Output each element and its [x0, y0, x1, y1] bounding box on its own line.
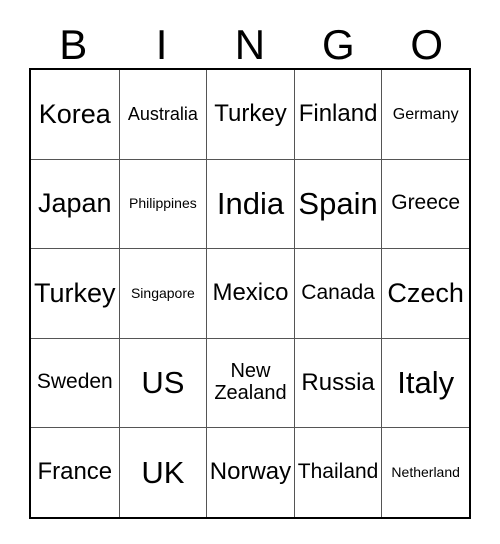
bingo-cell-label: UK — [141, 454, 185, 490]
bingo-cell-label: India — [216, 186, 285, 222]
bingo-cell[interactable]: Netherland — [381, 428, 469, 517]
bingo-cell[interactable]: Italy — [381, 338, 469, 427]
bingo-cell[interactable]: India — [206, 159, 294, 248]
bingo-cell-label: Czech — [387, 277, 464, 308]
bingo-cell-label: New Zealand — [214, 360, 287, 404]
bingo-cell-label: Australia — [127, 103, 198, 124]
bingo-cell-label: France — [37, 458, 113, 486]
bingo-cell[interactable]: Germany — [381, 70, 469, 159]
bingo-cell-label: Italy — [397, 365, 455, 401]
bingo-row: Sweden US New Zealand Russia Italy — [31, 337, 469, 427]
bingo-row: Turkey Singapore Mexico Canada Czech — [31, 248, 469, 338]
bingo-cell-label: Singapore — [130, 284, 195, 301]
bingo-row: France UK Norway Thailand Netherland — [31, 427, 469, 517]
bingo-cell[interactable]: Finland — [293, 70, 382, 159]
bingo-header-letter-n: N — [234, 21, 266, 68]
bingo-cell-label: Spain — [298, 186, 378, 222]
bingo-cell-label: Finland — [298, 100, 378, 128]
bingo-cell[interactable]: Norway — [206, 428, 294, 517]
bingo-cell[interactable]: Sweden — [31, 338, 119, 427]
bingo-cell[interactable]: Spain — [293, 159, 382, 248]
bingo-cell-label: Turkey — [34, 277, 116, 308]
bingo-header-letter-o: O — [410, 21, 444, 68]
bingo-cell-label: Japan — [38, 188, 112, 219]
bingo-header-letter-g: G — [322, 21, 355, 68]
bingo-header-letter-i: I — [155, 21, 168, 68]
bingo-cell[interactable]: Philippines — [118, 159, 207, 248]
bingo-cell[interactable]: Czech — [381, 249, 469, 338]
bingo-cell[interactable]: Canada — [293, 249, 382, 338]
bingo-cell[interactable]: Turkey — [31, 249, 119, 338]
bingo-cell[interactable]: Japan — [31, 159, 119, 248]
bingo-cell[interactable]: Korea — [31, 70, 119, 159]
bingo-cell-label: Norway — [209, 458, 292, 486]
bingo-card: B I N G O Korea Australia Turkey Finland… — [29, 10, 471, 519]
bingo-cell[interactable]: US — [118, 338, 207, 427]
bingo-header-row: B I N G O — [29, 10, 471, 68]
bingo-cell-label: Mexico — [212, 279, 289, 307]
bingo-cell-label: Netherland — [391, 463, 460, 480]
bingo-cell[interactable]: Thailand — [293, 428, 382, 517]
bingo-cell-label: Greece — [391, 191, 461, 215]
bingo-cell[interactable]: Greece — [381, 159, 469, 248]
bingo-cell[interactable]: Russia — [293, 338, 382, 427]
bingo-cell-label: Turkey — [214, 100, 287, 128]
bingo-row: Japan Philippines India Spain Greece — [31, 158, 469, 248]
bingo-cell[interactable]: France — [31, 428, 119, 517]
bingo-cell-label: Canada — [301, 280, 375, 304]
bingo-cell[interactable]: Singapore — [118, 249, 207, 338]
bingo-cell-label: Germany — [392, 105, 459, 123]
bingo-cell[interactable]: UK — [118, 428, 207, 517]
bingo-cell-label: Russia — [301, 368, 375, 396]
bingo-cell[interactable]: Australia — [118, 70, 207, 159]
bingo-grid: Korea Australia Turkey Finland Germany J… — [29, 68, 471, 519]
bingo-header-letter-b: B — [59, 21, 88, 68]
bingo-row: Korea Australia Turkey Finland Germany — [31, 70, 469, 159]
bingo-cell-label: Thailand — [297, 459, 379, 483]
bingo-cell-label: US — [141, 365, 185, 401]
bingo-cell-label: Philippines — [129, 195, 197, 212]
bingo-cell-label: Korea — [38, 98, 111, 129]
bingo-cell-label: Sweden — [36, 370, 113, 394]
bingo-cell[interactable]: Mexico — [206, 249, 294, 338]
bingo-cell[interactable]: New Zealand — [206, 338, 294, 427]
bingo-cell[interactable]: Turkey — [206, 70, 294, 159]
